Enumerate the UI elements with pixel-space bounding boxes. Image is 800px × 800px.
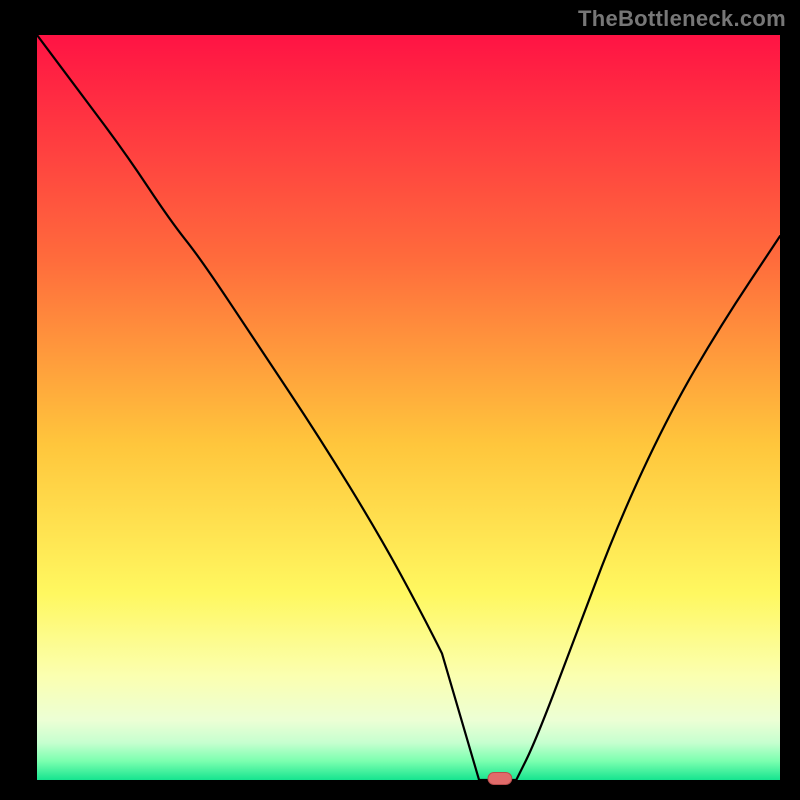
source-watermark: TheBottleneck.com <box>578 6 786 32</box>
bottleneck-chart <box>0 0 800 800</box>
plot-area <box>37 35 780 780</box>
optimum-marker <box>488 773 512 785</box>
chart-stage: TheBottleneck.com <box>0 0 800 800</box>
